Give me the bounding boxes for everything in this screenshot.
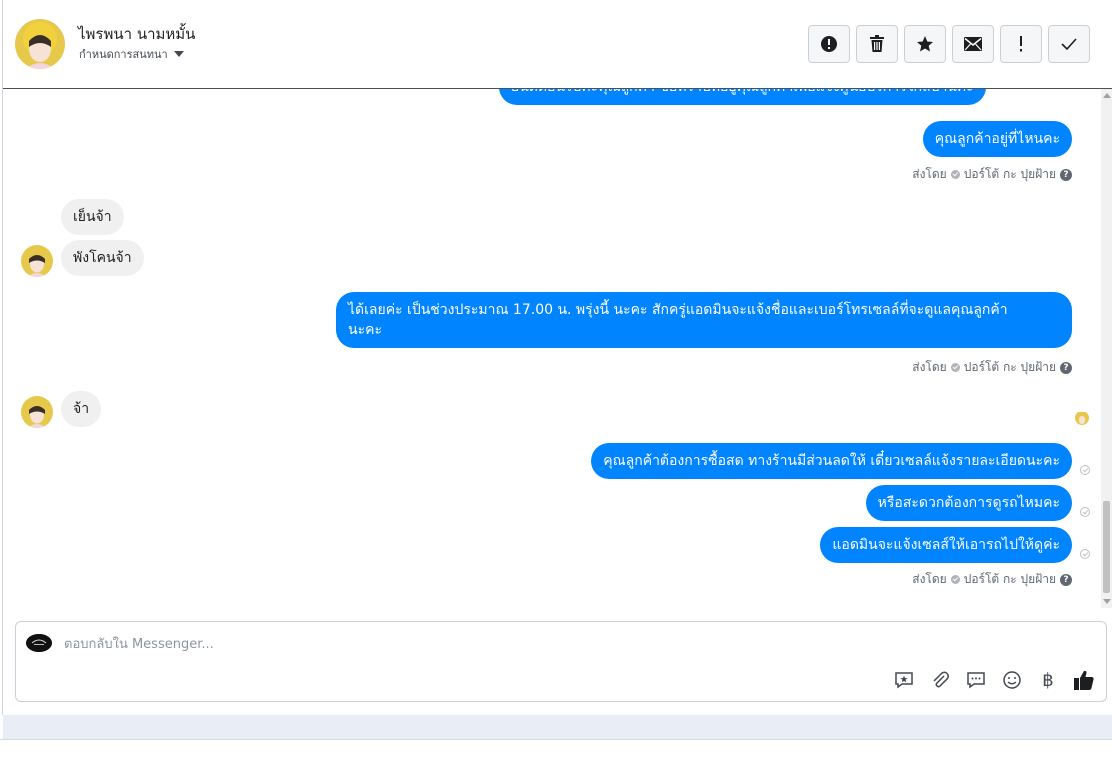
conversation-header: ไพรพนา นามหมั้น กำหนดการสนทนา [3,0,1112,89]
message-outgoing[interactable]: ยินดีต้อนรับค่ะคุณลูกค้า ขอทราบที่อยู่คุ… [499,89,986,105]
contact-name[interactable]: ไพรพนา นามหมั้น [78,22,195,46]
contact-avatar[interactable] [15,19,65,69]
message-incoming[interactable]: พังโคนจ้า [61,240,144,276]
sent-by-name: ปอร์โต้ กะ ปุยฝ้าย [963,167,1056,181]
footer-divider [0,739,1112,740]
chat-bubble-icon [967,672,985,689]
help-icon[interactable]: ? [1060,361,1072,374]
trash-icon [870,35,884,52]
emoji-button[interactable] [1000,668,1024,692]
star-icon [917,36,933,52]
thread-scrollbar[interactable] [1101,89,1112,608]
attach-button[interactable] [928,668,952,692]
sent-by-info: ส่งโดย ปอร์โต้ กะ ปุยฝ้าย ? [912,358,1072,377]
message-outgoing[interactable]: คุณลูกค้าต้องการซื้อสด ทางร้านมีส่วนลดให… [591,443,1072,479]
sent-by-prefix: ส่งโดย [912,167,947,181]
scroll-down-arrow[interactable] [1103,599,1111,604]
sent-by-name: ปอร์โต้ กะ ปุยฝ้าย [963,360,1056,374]
mark-unread-button[interactable] [952,25,994,63]
messenger-inbox-window: ไพรพนา นามหมั้น กำหนดการสนทนา คุณลูกค้าอ… [0,0,1112,769]
spam-button[interactable] [808,25,850,63]
delivered-check-icon [1080,549,1090,559]
check-circle-icon [950,170,960,179]
check-circle-icon [950,575,960,584]
sent-by-info: ส่งโดย ปอร์โต้ กะ ปุยฝ้าย ? [912,165,1072,184]
chat-button[interactable] [964,668,988,692]
like-button[interactable] [1072,668,1096,692]
message-incoming[interactable]: จ้า [61,391,102,427]
sent-by-prefix: ส่งโดย [912,572,947,586]
delivered-check-icon [1080,507,1090,517]
reply-input[interactable] [64,634,864,654]
smiley-icon [1003,671,1021,689]
delete-button[interactable] [856,25,898,63]
help-icon[interactable]: ? [1060,573,1072,586]
reply-composer: ฿ [15,621,1107,702]
sent-by-prefix: ส่งโดย [912,360,947,374]
star-button[interactable] [904,25,946,63]
exclamation-icon [1020,36,1022,52]
contact-avatar-small [21,245,53,277]
payment-button[interactable]: ฿ [1036,668,1060,692]
message-outgoing[interactable]: แอดมินจะแจ้งเซลส์ให้เอารถไปให้ดูค่ะ [820,527,1072,563]
saved-reply-icon [895,672,913,689]
contact-avatar-small [21,396,53,428]
message-outgoing[interactable]: หรือสะดวกต้องการดูรถไหมคะ [865,485,1072,521]
sent-by-name: ปอร์โต้ กะ ปุยฝ้าย [963,572,1056,586]
envelope-icon [964,37,982,51]
message-line: นะคะ [348,322,382,338]
mark-done-button[interactable] [1048,25,1090,63]
message-outgoing[interactable]: ได้เลยค่ะ เป็นช่วงประมาณ 17.00 น. พรุ่งน… [336,292,1072,348]
message-thread[interactable]: ยินดีต้อนรับค่ะคุณลูกค้า ขอทราบที่อยู่คุ… [3,89,1102,608]
header-actions [808,25,1090,63]
footer-band [3,715,1112,739]
follow-up-button[interactable] [1000,25,1042,63]
saved-reply-button[interactable] [892,668,916,692]
paperclip-icon [933,671,949,688]
check-icon [1061,38,1077,51]
check-circle-icon [950,363,960,372]
delivered-check-icon [1080,465,1090,475]
help-icon[interactable]: ? [1060,168,1072,181]
scroll-up-arrow[interactable] [1103,93,1111,98]
sent-by-info: ส่งโดย ปอร์โต้ กะ ปุยฝ้าย ? [912,570,1072,589]
seen-avatar [1075,411,1089,425]
message-line: ได้เลยค่ะ เป็นช่วงประมาณ 17.00 น. พรุ่งน… [348,302,1008,318]
message-incoming[interactable]: เย็นจ้า [61,199,124,235]
assign-label: กำหนดการสนทนา [79,48,168,61]
message-outgoing[interactable]: คุณลูกค้าอยู่ที่ไหนคะ [922,121,1072,157]
page-avatar [26,634,52,652]
scroll-thumb[interactable] [1103,501,1110,593]
assign-conversation-dropdown[interactable]: กำหนดการสนทนา [79,45,184,63]
caret-down-icon [173,51,184,57]
thumbs-up-icon [1074,670,1094,690]
alert-icon [821,36,837,52]
composer-tools: ฿ [892,668,1096,692]
